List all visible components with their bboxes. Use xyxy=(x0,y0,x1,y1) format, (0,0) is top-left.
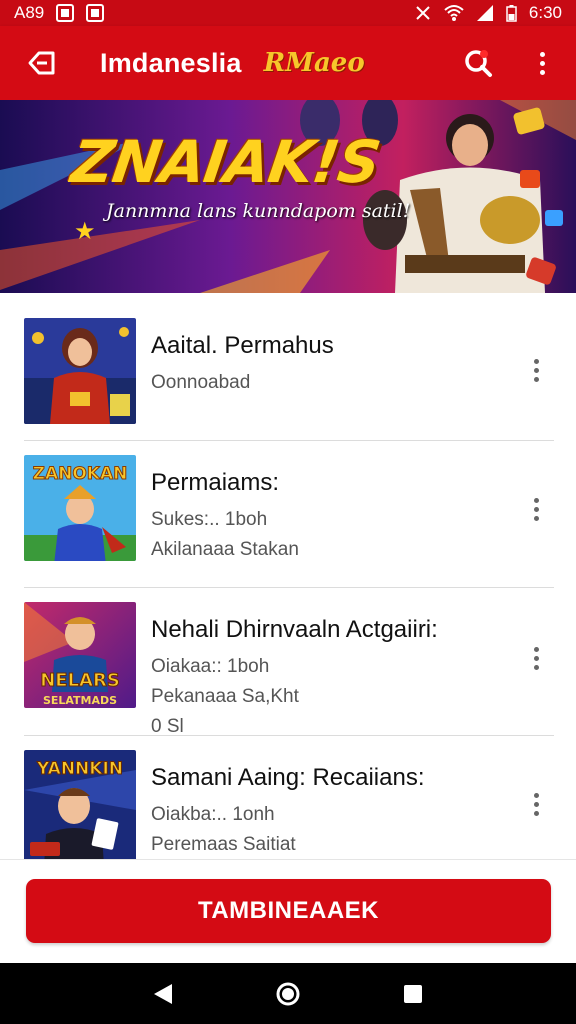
primary-action-button[interactable]: TAMBINEAAEK xyxy=(26,879,551,943)
carrier-label: A89 xyxy=(14,3,45,22)
game-thumbnail: ZANOKAN xyxy=(24,455,136,561)
item-more-button[interactable] xyxy=(522,491,550,527)
item-subtitle: Peremaas Saitiat xyxy=(151,834,296,855)
wifi-icon xyxy=(444,5,464,21)
status-bar: A89 6:30 xyxy=(0,0,576,26)
item-subtitle: Oiakaa:: 1boh xyxy=(151,656,270,677)
game-thumbnail xyxy=(24,318,136,424)
item-subtitle: Sukes:.. 1boh xyxy=(151,509,268,530)
thumb-subtitle: SELATMADS xyxy=(43,694,117,707)
divider xyxy=(24,587,554,588)
more-vert-icon xyxy=(539,51,545,75)
search-icon xyxy=(465,50,492,77)
more-options-button[interactable] xyxy=(524,45,560,81)
clock: 6:30 xyxy=(528,3,562,22)
more-vert-icon xyxy=(533,792,539,816)
item-more-button[interactable] xyxy=(522,352,550,388)
item-subtitle: Oiakba:.. 1onh xyxy=(151,804,275,825)
game-thumbnail: NELARS SELATMADS xyxy=(24,602,136,708)
item-more-button[interactable] xyxy=(522,786,550,822)
list-item[interactable]: Aaital. Permahus Oonnoabad xyxy=(24,318,554,424)
thumb-title: NELARS xyxy=(40,670,120,691)
divider xyxy=(24,440,554,441)
bottom-action-area: TAMBINEAAEK xyxy=(0,859,576,963)
game-list: Aaital. Permahus Oonnoabad ZANOKAN Perma… xyxy=(0,293,576,859)
star-icon: ★ xyxy=(74,218,96,245)
promo-banner[interactable]: ZNAIAK!S ★ Jannmna lans kunndapom satil! xyxy=(0,100,576,293)
item-more-button[interactable] xyxy=(522,640,550,676)
item-title: Aaital. Permahus xyxy=(151,332,334,359)
signal-icon xyxy=(476,5,493,21)
more-vert-icon xyxy=(533,358,539,382)
brand-logo: RMaeo xyxy=(263,48,365,78)
list-item[interactable]: NELARS SELATMADS Nehali Dhirnvaaln Actga… xyxy=(24,602,554,738)
search-button[interactable] xyxy=(460,45,496,81)
triangle-back-icon xyxy=(153,983,172,1004)
banner-subtitle: Jannmna lans kunndapom satil! xyxy=(106,200,411,222)
item-title: Nehali Dhirnvaaln Actgaiiri: xyxy=(151,616,438,643)
banner-title: ZNAIAK!S xyxy=(67,128,384,196)
item-subtitle: Pekanaaa Sa,Kht xyxy=(151,686,299,707)
battery-icon xyxy=(506,5,517,22)
game-thumbnail: YANNKIN xyxy=(24,750,136,859)
thumb-title: YANNKIN xyxy=(36,759,123,779)
nfc-icon xyxy=(416,6,430,20)
back-icon xyxy=(28,51,55,75)
item-title: Permaiams: xyxy=(151,469,280,496)
back-button[interactable] xyxy=(16,38,66,88)
app-notification-icon xyxy=(86,4,105,22)
divider xyxy=(24,735,554,736)
square-recents-icon xyxy=(404,984,423,1003)
item-title: Samani Aaing: Recaiians: xyxy=(151,764,425,791)
more-vert-icon xyxy=(533,646,539,670)
thumb-title: ZANOKAN xyxy=(33,464,128,484)
list-item[interactable]: YANNKIN Samani Aaing: Recaiians: Oiakba:… xyxy=(24,750,554,859)
page-title: Imdaneslia xyxy=(100,47,242,78)
more-vert-icon xyxy=(533,497,539,521)
system-nav-bar xyxy=(0,963,576,1024)
item-subtitle: Oonnoabad xyxy=(151,372,251,393)
nav-home-button[interactable] xyxy=(266,972,310,1016)
item-subtitle: Akilanaaa Stakan xyxy=(151,539,299,560)
notification-icon xyxy=(56,4,75,22)
nav-back-button[interactable] xyxy=(141,972,185,1016)
circle-home-icon xyxy=(276,982,300,1005)
app-bar: Imdaneslia RMaeo xyxy=(0,26,576,100)
nav-recents-button[interactable] xyxy=(391,972,435,1016)
list-item[interactable]: ZANOKAN Permaiams: Sukes:.. 1boh Akilana… xyxy=(24,455,554,561)
